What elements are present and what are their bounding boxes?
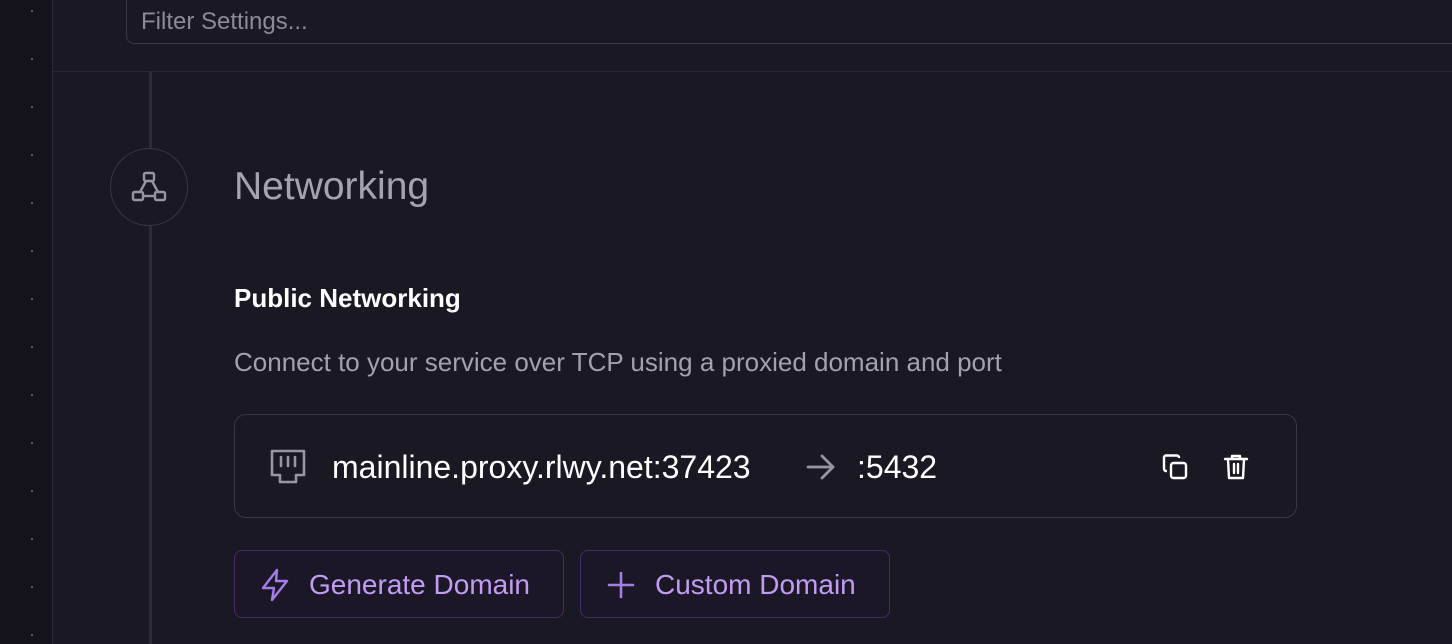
copy-icon	[1162, 454, 1188, 480]
rail-dot	[31, 10, 33, 12]
rail-dot	[31, 394, 33, 396]
generate-domain-button[interactable]: Generate Domain	[234, 550, 564, 618]
rail-dot	[31, 154, 33, 156]
trash-icon	[1223, 454, 1249, 480]
section-title: Networking	[234, 165, 430, 208]
target-port: :5432	[857, 449, 938, 485]
ethernet-port-icon	[270, 449, 306, 484]
rail-dot	[31, 202, 33, 204]
rail-dot	[31, 106, 33, 108]
rail-dot	[31, 538, 33, 540]
left-rail	[0, 0, 53, 644]
rail-dot	[31, 442, 33, 444]
rail-dot	[31, 586, 33, 588]
rail-dot	[31, 58, 33, 60]
delete-button[interactable]	[1218, 449, 1254, 485]
rail-dot	[31, 490, 33, 492]
network-nodes-icon	[131, 171, 167, 202]
section-icon-badge	[110, 148, 188, 226]
public-networking-description: Connect to your service over TCP using a…	[234, 347, 1002, 377]
rail-dot	[31, 250, 33, 252]
service-settings-view: Networking Public Networking Connect to …	[0, 0, 1452, 644]
custom-domain-label: Custom Domain	[655, 569, 856, 600]
custom-domain-button[interactable]: Custom Domain	[580, 550, 890, 618]
public-networking-heading: Public Networking	[234, 283, 461, 313]
arrow-right-icon	[806, 454, 835, 480]
rail-dot	[31, 346, 33, 348]
generate-domain-label: Generate Domain	[309, 569, 531, 600]
tcp-proxy-entry: mainline.proxy.rlwy.net:37423 :5432	[234, 414, 1297, 518]
lightning-icon	[261, 568, 289, 602]
plus-icon	[607, 571, 635, 599]
rail-dot	[31, 298, 33, 300]
rail-dot	[31, 634, 33, 636]
copy-button[interactable]	[1157, 449, 1193, 485]
proxy-domain: mainline.proxy.rlwy.net:37423	[332, 449, 751, 485]
filter-settings-input[interactable]	[126, 0, 1452, 44]
